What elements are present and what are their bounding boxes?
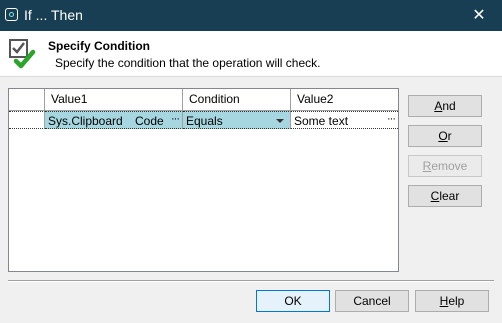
cancel-button[interactable]: Cancel: [335, 290, 409, 312]
row-indicator-cell[interactable]: [9, 111, 45, 129]
help-label: elp: [448, 294, 465, 308]
value1-cell[interactable]: Sys.Clipboard Code ···: [45, 111, 183, 129]
remove-label: emove: [431, 159, 468, 173]
table-row[interactable]: Sys.Clipboard Code ··· Equals Some text …: [9, 111, 398, 129]
ok-button[interactable]: OK: [256, 290, 330, 312]
remove-button[interactable]: Remove: [408, 155, 482, 177]
checklist-checkmark-icon: [9, 39, 36, 69]
and-label: nd: [442, 99, 456, 113]
value2-cell[interactable]: Some text ···: [291, 111, 398, 129]
close-button[interactable]: ✕: [456, 0, 502, 31]
window-title: If ... Then: [24, 7, 83, 23]
value1-ellipsis-button[interactable]: ···: [171, 110, 180, 128]
column-header-value2[interactable]: Value2: [291, 89, 398, 110]
help-button[interactable]: Help: [415, 290, 489, 312]
dialog-heading: Specify Condition: [48, 39, 150, 53]
value2-ellipsis-button[interactable]: ···: [387, 110, 396, 128]
condition-cell[interactable]: Equals: [183, 111, 291, 129]
remove-accel: R: [422, 159, 432, 173]
or-accel: O: [438, 129, 448, 143]
chevron-down-icon[interactable]: [276, 119, 284, 123]
column-header-indicator: [9, 89, 45, 110]
title-bar: If ... Then ✕: [0, 0, 502, 31]
value2-text: Some text: [294, 114, 349, 128]
or-label: r: [447, 129, 452, 143]
dialog-description: Specify the condition that the operation…: [55, 56, 321, 70]
or-button[interactable]: Or: [408, 125, 482, 147]
column-header-condition[interactable]: Condition: [183, 89, 291, 110]
value1-type: Code: [135, 114, 164, 128]
clear-label: lear: [439, 189, 460, 203]
clear-button[interactable]: Clear: [408, 185, 482, 207]
condition-text: Equals: [186, 114, 223, 128]
column-header-value1[interactable]: Value1: [45, 89, 183, 110]
app-icon: [5, 8, 18, 21]
grid-header: Value1 Condition Value2: [9, 89, 398, 111]
value1-text: Sys.Clipboard: [48, 114, 123, 128]
dialog-header: Specify Condition Specify the condition …: [0, 31, 502, 77]
and-button[interactable]: And: [408, 95, 482, 117]
footer-separator: [8, 280, 494, 282]
conditions-grid[interactable]: Value1 Condition Value2 Sys.Clipboard Co…: [8, 88, 399, 272]
